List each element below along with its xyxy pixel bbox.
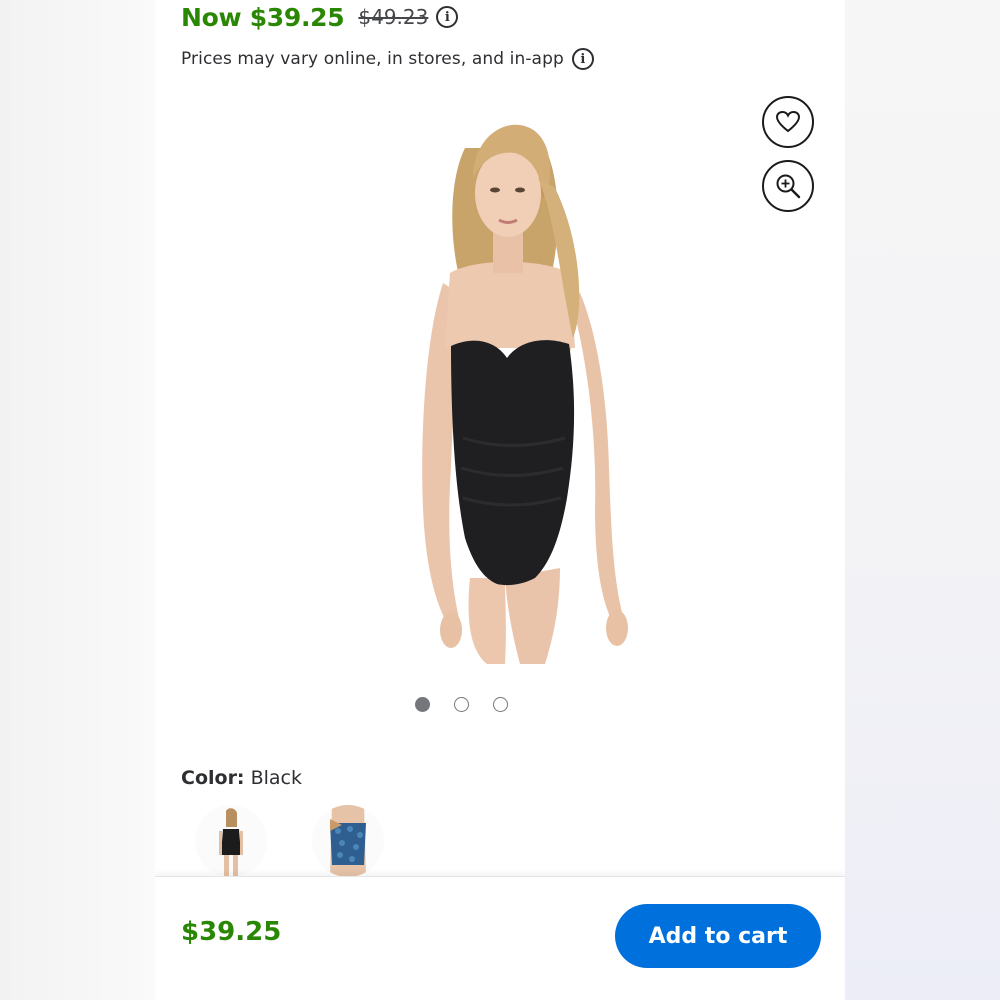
heart-icon — [775, 110, 801, 133]
original-price: $49.23 — [358, 5, 429, 29]
background-right — [845, 0, 1000, 1000]
bottom-action-bar: $39.25 Add to cart — [155, 876, 845, 1000]
eye-left — [490, 187, 500, 193]
swatch-blue-image — [312, 805, 384, 877]
swatch-black[interactable] — [195, 805, 267, 877]
pagination-dot-1[interactable] — [415, 697, 430, 712]
price-row: Now $39.25 $49.23 i — [181, 0, 459, 34]
price-notice: Prices may vary online, in stores, and i… — [181, 45, 594, 73]
color-label: Color: — [181, 767, 245, 789]
product-image[interactable] — [355, 108, 655, 668]
product-page: Now $39.25 $49.23 i Prices may vary onli… — [155, 0, 845, 1000]
swimsuit — [451, 340, 575, 586]
background-left — [0, 0, 155, 1000]
leg-left — [468, 578, 506, 664]
hand-right — [606, 610, 628, 646]
color-selection: Color: Black — [181, 767, 302, 789]
current-price: Now $39.25 — [181, 2, 345, 32]
bottom-price: $39.25 — [181, 917, 282, 947]
zoom-in-icon — [776, 174, 801, 199]
torso-skin — [445, 261, 575, 348]
color-value: Black — [250, 767, 302, 789]
price-notice-text: Prices may vary online, in stores, and i… — [181, 49, 564, 69]
info-icon[interactable]: i — [436, 6, 459, 28]
arm-right — [567, 288, 623, 623]
swatch-blue-print[interactable] — [312, 805, 384, 877]
favorite-button[interactable] — [762, 96, 814, 148]
info-icon[interactable]: i — [571, 48, 594, 70]
pagination-dot-2[interactable] — [454, 697, 469, 712]
swatch-black-image — [195, 805, 267, 877]
gallery-pagination — [155, 697, 845, 712]
hand-left — [440, 612, 462, 648]
add-to-cart-button[interactable]: Add to cart — [615, 904, 821, 968]
zoom-button[interactable] — [762, 160, 814, 212]
pagination-dot-3[interactable] — [493, 697, 508, 712]
eye-right — [515, 187, 525, 193]
